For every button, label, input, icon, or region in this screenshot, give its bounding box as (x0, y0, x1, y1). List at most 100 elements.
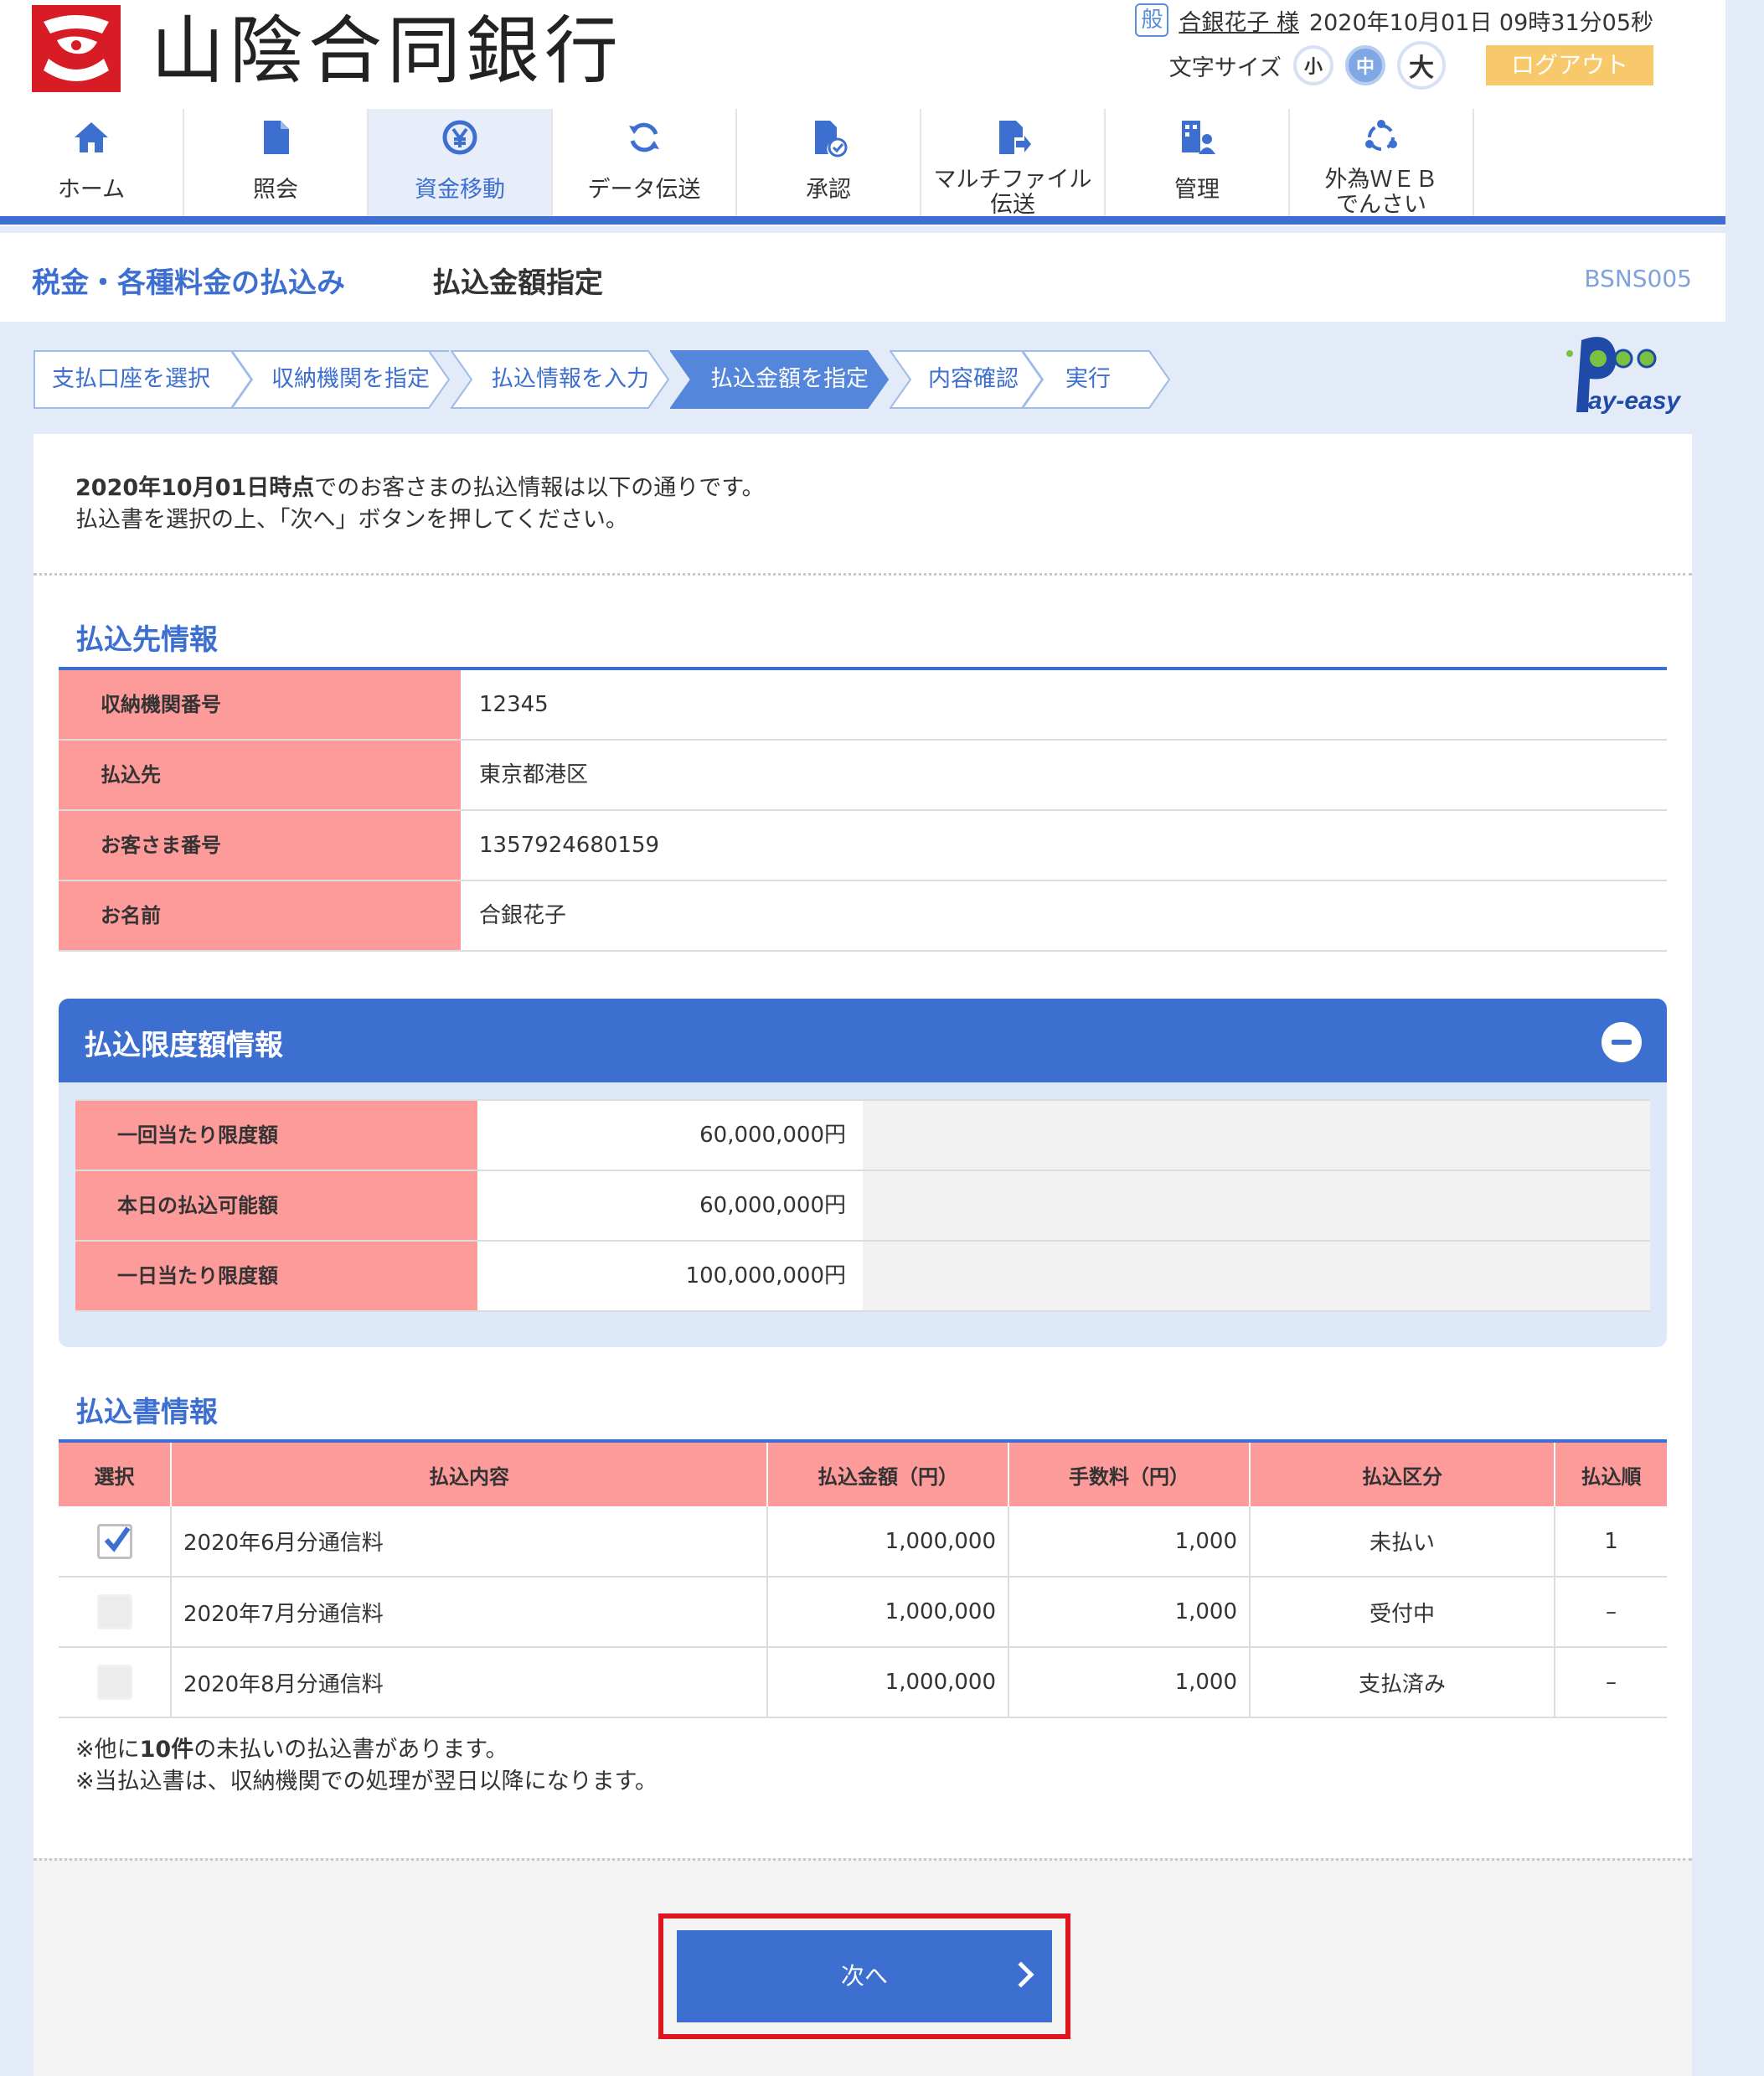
bill-order: – (1555, 1647, 1667, 1718)
bill-header-row: 選択 払込内容 払込金額（円） 手数料（円） 払込区分 払込順 (59, 1441, 1667, 1506)
step-label: 払込情報を入力 (491, 366, 649, 392)
col-select: 選択 (59, 1441, 172, 1506)
bill-fee: 1,000 (1008, 1577, 1251, 1648)
nav-home[interactable]: ホーム (0, 109, 184, 216)
font-size-label: 文字サイズ (1168, 54, 1282, 81)
user-name-link[interactable]: 合銀花子 様 (1179, 4, 1299, 37)
approve-document-icon (808, 117, 848, 158)
nav-label: データ伝送 (587, 177, 701, 203)
bill-amount: 1,000,000 (767, 1577, 1009, 1648)
payee-value: 12345 (461, 670, 1667, 739)
col-amount: 払込金額（円） (767, 1441, 1009, 1506)
intro-line1: でのお客さまの払込情報は以下の通りです。 (314, 475, 765, 501)
sync-icon (624, 117, 664, 158)
page: 山陰合同銀行 般 合銀花子 様 2020年10月01日 09時31分05秒 文字… (0, 0, 1764, 2076)
header: 山陰合同銀行 般 合銀花子 様 2020年10月01日 09時31分05秒 文字… (0, 0, 1725, 226)
nav-label: 管理 (1174, 177, 1220, 203)
limit-table: 一回当たり限度額 60,000,000円 本日の払込可能額 60,000,000… (75, 1099, 1650, 1312)
bill-checkbox-disabled (96, 1594, 132, 1629)
limit-row: 一回当たり限度額 60,000,000円 (75, 1101, 1650, 1171)
next-button[interactable]: 次へ (677, 1930, 1052, 2022)
font-size-medium-button[interactable]: 中 (1345, 45, 1385, 85)
limit-row: 一日当たり限度額 100,000,000円 (75, 1242, 1650, 1312)
nav-fund-transfer[interactable]: 資金移動 (369, 109, 553, 216)
payee-label: お客さま番号 (59, 811, 461, 880)
bill-fee: 1,000 (1008, 1506, 1251, 1578)
intro-text: 2020年10月01日時点でのお客さまの払込情報は以下の通りです。 払込書を選択… (75, 473, 765, 536)
next-button-label: 次へ (840, 1962, 888, 1990)
step-label: 収納機関を指定 (271, 366, 430, 392)
step-label: 実行 (1065, 366, 1111, 392)
nav-label: 承認 (806, 177, 851, 203)
limit-value: 60,000,000円 (477, 1101, 863, 1170)
main-card: 2020年10月01日時点でのお客さまの払込情報は以下の通りです。 払込書を選択… (34, 434, 1692, 2076)
manage-user-icon (1177, 117, 1217, 158)
font-size-large-button[interactable]: 大 (1397, 41, 1446, 90)
bank-logo-icon[interactable] (32, 5, 121, 92)
unpaid-count: 10件 (139, 1737, 194, 1763)
bill-status: 支払済み (1250, 1647, 1555, 1718)
payee-value: 1357924680159 (461, 811, 1667, 880)
login-datetime: 2020年10月01日 09時31分05秒 (1308, 9, 1653, 36)
nav-approval[interactable]: 承認 (737, 109, 921, 216)
step-label: 内容確認 (928, 366, 1019, 392)
select-cell (59, 1577, 172, 1648)
table-row: 2020年6月分通信料 1,000,000 1,000 未払い 1 (59, 1506, 1667, 1578)
highlight-frame: 次へ (658, 1913, 1070, 2039)
screen-id: BSNS005 (1584, 265, 1692, 292)
table-row: 2020年7月分通信料 1,000,000 1,000 受付中 – (59, 1577, 1667, 1648)
nav-data-transmission[interactable]: データ伝送 (553, 109, 737, 216)
select-cell (59, 1506, 172, 1578)
bill-checkbox-checked[interactable] (96, 1523, 132, 1559)
nav-multi-file[interactable]: マルチファイル 伝送 (921, 109, 1106, 218)
collapse-icon[interactable] (1602, 1022, 1642, 1062)
page-subtitle: 払込金額指定 (432, 266, 603, 300)
home-icon (71, 117, 111, 158)
payee-label: 払込先 (59, 741, 461, 809)
bill-amount: 1,000,000 (767, 1647, 1009, 1718)
payee-row: 収納機関番号 12345 (59, 670, 1667, 741)
col-content: 払込内容 (171, 1441, 768, 1506)
nav-label: 照会 (253, 177, 298, 203)
pay-easy-logo-icon: ay-easy (1563, 332, 1685, 419)
bank-name: 山陰合同銀行 (151, 8, 624, 94)
nav-forex-densai[interactable]: 外為ＷＥＢ でんさい (1290, 109, 1474, 218)
payee-value: 東京都港区 (461, 741, 1667, 809)
bill-order: – (1555, 1577, 1667, 1648)
limit-label: 本日の払込可能額 (75, 1171, 477, 1240)
chevron-right-icon (1008, 1961, 1034, 1988)
network-icon (1361, 117, 1401, 158)
intro-date: 2020年10月01日時点 (75, 475, 315, 501)
bill-checkbox-disabled (96, 1665, 132, 1700)
font-size-small-button[interactable]: 小 (1293, 45, 1333, 85)
bill-content: 2020年7月分通信料 (171, 1577, 768, 1648)
payee-value: 合銀花子 (461, 881, 1667, 950)
font-size-controls: 文字サイズ 小 中 大 ログアウト (1169, 40, 1653, 90)
limit-panel-header[interactable]: 払込限度額情報 (59, 999, 1667, 1082)
col-order: 払込順 (1555, 1441, 1667, 1506)
nav-management[interactable]: 管理 (1106, 109, 1290, 216)
payee-row: お名前 合銀花子 (59, 881, 1667, 952)
bill-order: 1 (1555, 1506, 1667, 1578)
limit-section-title: 払込限度額情報 (84, 1029, 283, 1062)
limit-label: 一回当たり限度額 (75, 1101, 477, 1170)
limit-label: 一日当たり限度額 (75, 1242, 477, 1310)
bill-status: 未払い (1250, 1506, 1555, 1578)
svg-text:ay-easy: ay-easy (1588, 387, 1681, 415)
bill-status: 受付中 (1250, 1577, 1555, 1648)
page-title: 税金・各種料金の払込み (32, 266, 345, 300)
step-label: 払込金額を指定 (710, 366, 869, 392)
bill-content: 2020年8月分通信料 (171, 1647, 768, 1718)
yen-transfer-icon (440, 117, 480, 158)
title-bar: 税金・各種料金の払込み 払込金額指定 BSNS005 (0, 233, 1725, 322)
bill-fee: 1,000 (1008, 1647, 1251, 1718)
check-icon (104, 1526, 130, 1552)
logout-button[interactable]: ログアウト (1486, 45, 1653, 85)
global-nav: ホーム 照会 資金移動 データ伝送 承認 マルチファイル 伝送 管理 外為ＷＥＢ… (0, 109, 1725, 225)
payee-label: 収納機関番号 (59, 670, 461, 739)
limit-value: 60,000,000円 (477, 1171, 863, 1240)
nav-label: 外為ＷＥＢ でんさい (1324, 167, 1438, 218)
nav-label: ホーム (57, 177, 126, 203)
nav-inquiry[interactable]: 照会 (184, 109, 369, 216)
payee-section-title: 払込先情報 (75, 623, 218, 657)
